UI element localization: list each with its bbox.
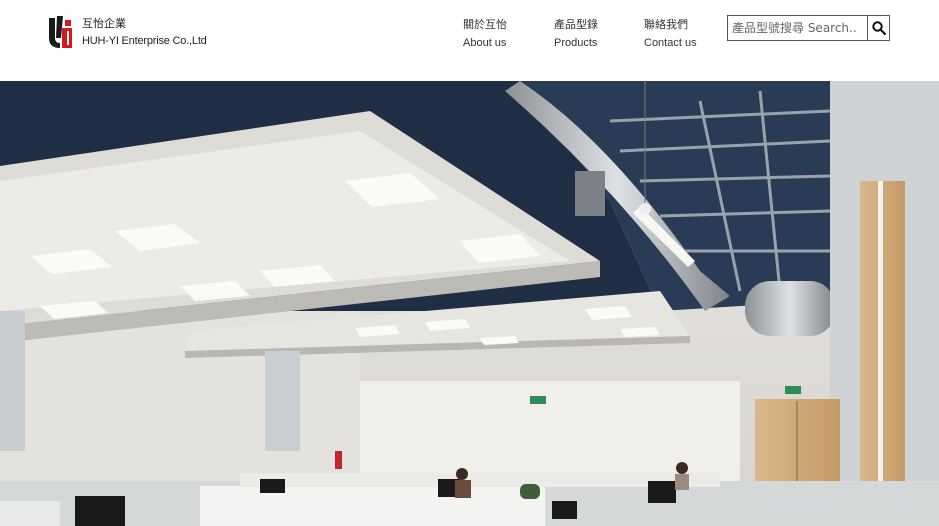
nav-products-en: Products <box>554 37 598 49</box>
brand-name-en: HUH-YI Enterprise Co.,Ltd <box>82 35 207 47</box>
site-header: 互怡企業 HUH-YI Enterprise Co.,Ltd 關於互怡 Abou… <box>0 0 939 81</box>
search-button[interactable] <box>867 16 889 40</box>
nav-products[interactable]: 產品型錄 Products <box>554 16 598 52</box>
nav-about-us[interactable]: 關於互怡 About us <box>463 16 507 52</box>
brand-name-zh: 互怡企業 <box>82 18 126 30</box>
search-input[interactable] <box>728 16 867 40</box>
search-icon <box>871 21 886 35</box>
nav-contact-us-zh: 聯絡我們 <box>644 19 688 31</box>
search-box <box>727 15 890 41</box>
nav-about-us-zh: 關於互怡 <box>463 19 507 31</box>
huh-yi-logo[interactable] <box>46 14 76 50</box>
nav-contact-us[interactable]: 聯絡我們 Contact us <box>644 16 697 52</box>
nav-about-us-en: About us <box>463 37 507 49</box>
brand-name: 互怡企業 HUH-YI Enterprise Co.,Ltd <box>82 16 207 50</box>
hero-office-image <box>0 81 939 526</box>
nav-contact-us-en: Contact us <box>644 37 697 49</box>
office-interior-photo <box>0 81 939 526</box>
nav-products-zh: 產品型錄 <box>554 19 598 31</box>
